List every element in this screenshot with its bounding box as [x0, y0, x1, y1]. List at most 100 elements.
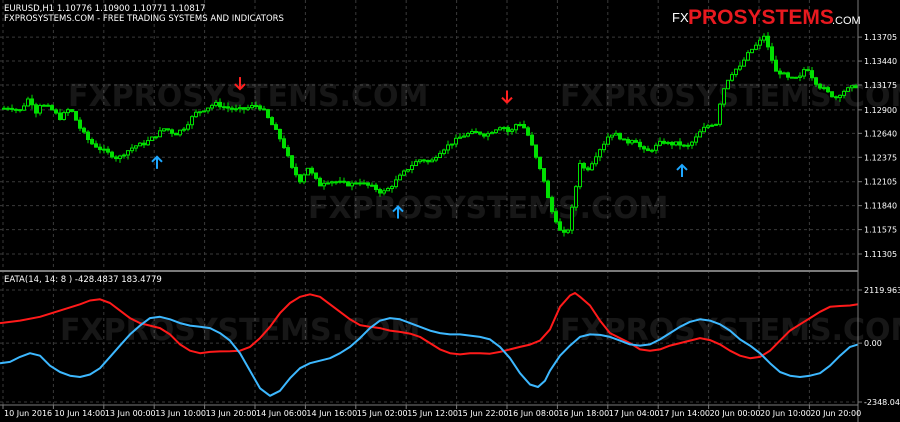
- candle-body: [622, 138, 626, 141]
- candle-body: [242, 107, 246, 110]
- candle-body: [558, 221, 562, 231]
- time-tick-label: 15 Jun 12:00: [407, 409, 458, 418]
- candle-body: [446, 144, 450, 151]
- candle-body: [658, 140, 662, 146]
- candle-body: [646, 148, 650, 152]
- candle-body: [642, 146, 646, 150]
- candle-body: [122, 154, 126, 157]
- logo-fx: FX: [672, 10, 689, 25]
- candle-body: [174, 132, 178, 136]
- time-tick-label: 17 Jun 04:00: [609, 409, 660, 418]
- candle-body: [754, 44, 758, 50]
- candle-body: [702, 126, 706, 133]
- candle-body: [838, 94, 842, 99]
- candle-body: [822, 87, 826, 90]
- candle-body: [142, 142, 146, 146]
- candle-body: [846, 87, 850, 92]
- candle-body: [574, 186, 578, 208]
- candle-body: [750, 48, 754, 54]
- candle-body: [602, 143, 606, 151]
- candle-body: [162, 128, 166, 132]
- candle-body: [298, 174, 302, 183]
- logo-prosystems: PROSYSTEMS: [688, 6, 834, 29]
- candle-body: [570, 206, 574, 231]
- candle-body: [770, 46, 774, 61]
- candle-body: [82, 127, 86, 133]
- candle-body: [634, 140, 638, 143]
- candle-body: [690, 141, 694, 146]
- candle-body: [782, 72, 786, 75]
- candle-body: [94, 143, 98, 148]
- candle-body: [526, 127, 530, 136]
- time-tick-label: 13 Jun 00:00: [105, 409, 156, 418]
- candle-body: [818, 83, 822, 89]
- candle-body: [790, 76, 794, 79]
- candle-body: [86, 131, 90, 141]
- candle-body: [798, 75, 802, 78]
- candle-body: [250, 105, 254, 109]
- candle-body: [306, 167, 310, 176]
- candle-body: [230, 107, 234, 110]
- price-chart[interactable]: FXPROSYSTEMS.COM FXPROSYSTEMS.COM FXPROS…: [0, 0, 900, 422]
- candle-body: [694, 136, 698, 143]
- candle-body: [806, 69, 810, 72]
- candle-body: [610, 134, 614, 138]
- candle-body: [470, 130, 474, 135]
- candle-body: [270, 117, 274, 126]
- candle-body: [390, 186, 394, 190]
- candle-body: [222, 106, 226, 109]
- time-tick-label: 10 Jun 2016: [4, 409, 52, 418]
- candle-body: [258, 105, 262, 110]
- candle-body: [2, 107, 6, 110]
- candle-body: [70, 109, 74, 112]
- candle-body: [62, 112, 66, 121]
- candle-body: [150, 136, 154, 142]
- candle-body: [826, 87, 830, 93]
- candle-body: [442, 149, 446, 154]
- candle-body: [22, 105, 26, 111]
- candle-body: [450, 143, 454, 146]
- candle-body: [318, 177, 322, 187]
- price-tick-label: 1.11840: [864, 202, 897, 211]
- candle-body: [738, 65, 742, 70]
- candle-body: [834, 96, 838, 99]
- candle-body: [666, 141, 670, 144]
- candle-body: [854, 85, 858, 89]
- candle-body: [50, 105, 54, 111]
- candle-body: [746, 52, 750, 61]
- candle-body: [406, 169, 410, 172]
- candle-body: [42, 104, 46, 107]
- time-tick-label: 14 Jun 06:00: [256, 409, 307, 418]
- candle-body: [34, 104, 38, 114]
- candle-body: [802, 69, 806, 77]
- candle-body: [14, 108, 18, 111]
- candle-body: [10, 107, 14, 110]
- time-tick-label: 20 Jun 20:00: [810, 409, 861, 418]
- site-info: FXPROSYSTEMS.COM - FREE TRADING SYSTEMS …: [4, 14, 284, 24]
- candle-body: [438, 152, 442, 159]
- indicator-tick-label: 2119.963: [864, 286, 900, 295]
- candle-body: [74, 110, 78, 121]
- candle-body: [154, 136, 158, 139]
- candle-body: [186, 124, 190, 130]
- candle-body: [386, 188, 390, 192]
- candle-body: [542, 168, 546, 182]
- candle-body: [630, 140, 634, 144]
- candle-body: [706, 125, 710, 128]
- candle-body: [278, 128, 282, 140]
- candle-body: [686, 144, 690, 147]
- candle-body: [190, 116, 194, 126]
- candle-body: [246, 107, 250, 110]
- time-tick-label: 20 Jun 10:00: [760, 409, 811, 418]
- candle-body: [102, 148, 106, 151]
- candle-body: [626, 138, 630, 144]
- candle-body: [214, 101, 218, 106]
- candle-body: [810, 70, 814, 79]
- candle-body: [18, 109, 22, 112]
- candle-body: [722, 88, 726, 105]
- candle-body: [762, 35, 766, 41]
- price-tick-label: 1.12640: [864, 129, 897, 138]
- candle-body: [402, 170, 406, 176]
- candle-body: [362, 182, 366, 185]
- symbol-info: EURUSD,H1 1.10776 1.10900 1.10771 1.1081…: [4, 4, 206, 14]
